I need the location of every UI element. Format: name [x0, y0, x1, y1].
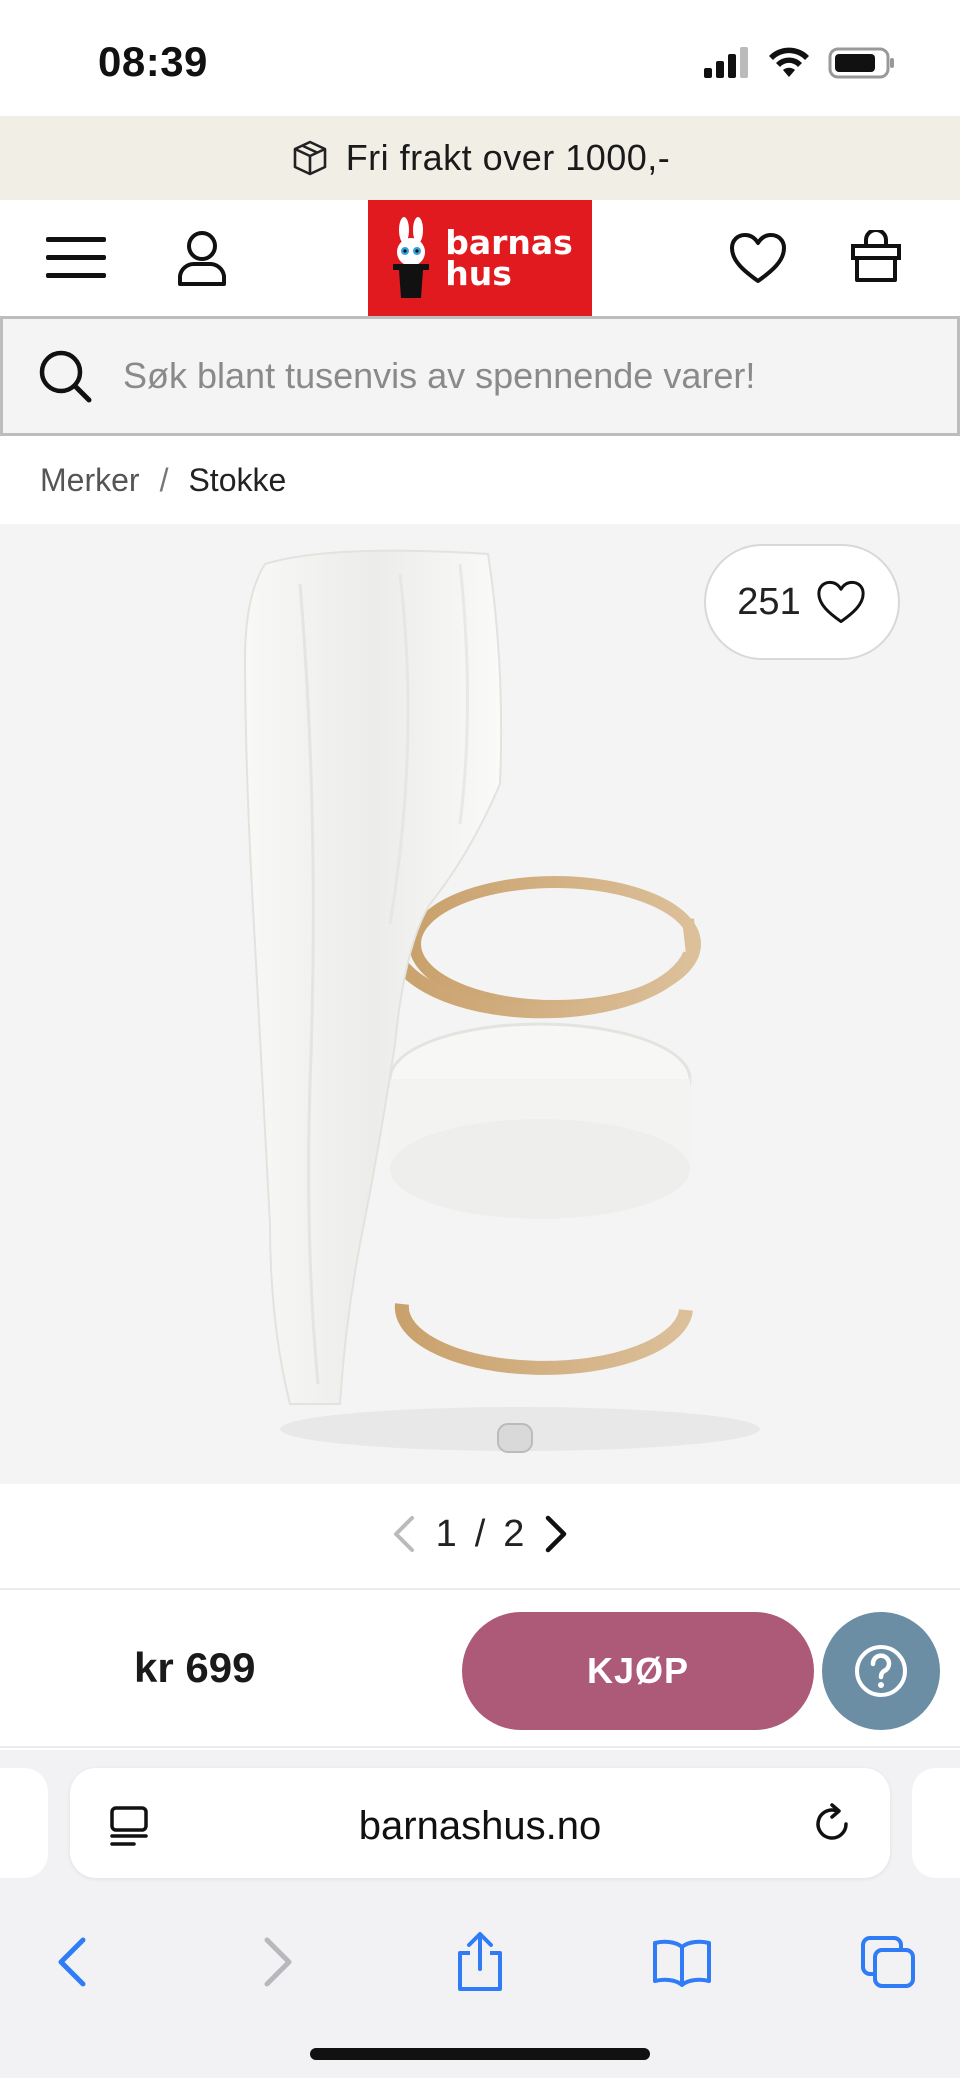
package-icon [293, 140, 326, 176]
breadcrumb-link-merker[interactable]: Merker [40, 462, 140, 499]
menu-button[interactable] [36, 218, 116, 298]
forward-arrow-icon [264, 1937, 292, 1987]
question-mark-icon [855, 1645, 907, 1697]
back-arrow-icon [58, 1937, 86, 1987]
pager-separator: / [474, 1512, 486, 1555]
tabs-button[interactable] [848, 1922, 928, 2002]
status-icons [702, 46, 896, 80]
favorite-counter-button[interactable]: 251 [704, 544, 900, 660]
next-tab-peek[interactable] [912, 1768, 960, 1878]
pager-total: 2 [503, 1512, 525, 1555]
shopping-bag-icon [851, 230, 901, 282]
tabs-icon [861, 1936, 915, 1988]
buy-button[interactable]: KJØP [462, 1612, 814, 1730]
favorite-count: 251 [737, 580, 801, 623]
cart-button[interactable] [836, 218, 916, 298]
free-shipping-text: Fri frakt over 1000,- [345, 137, 671, 178]
status-time: 08:39 [98, 38, 208, 85]
user-icon [178, 231, 226, 286]
breadcrumb-separator: / [159, 462, 169, 498]
heart-icon [817, 580, 865, 624]
share-button[interactable] [440, 1922, 520, 2002]
breadcrumb-current-stokke: Stokke [188, 462, 287, 498]
free-shipping-banner: Fri frakt over 1000,- [0, 116, 960, 200]
cellular-signal-icon [704, 47, 748, 78]
logo-text: barnas hus [445, 223, 573, 293]
browser-address-area: barnashus.no [0, 1750, 960, 1898]
forward-button[interactable] [238, 1922, 318, 2002]
breadcrumb: Merker / Stokke [40, 462, 286, 499]
wishlist-button[interactable] [718, 218, 798, 298]
home-indicator [310, 2048, 650, 2060]
search-bar[interactable] [0, 316, 960, 436]
bookmarks-button[interactable] [642, 1922, 722, 2002]
reload-icon[interactable] [810, 1802, 854, 1846]
share-icon [458, 1932, 502, 1991]
chevron-right-icon[interactable] [542, 1514, 570, 1554]
search-input[interactable] [123, 355, 903, 397]
search-icon [39, 350, 92, 403]
image-pager: 1 / 2 [0, 1500, 960, 1568]
chevron-left-icon[interactable] [390, 1514, 418, 1554]
barnashus-logo[interactable]: barnas hus [368, 200, 592, 316]
sticky-buy-bar: kr 699 KJØP [0, 1588, 960, 1748]
back-button[interactable] [32, 1922, 112, 2002]
battery-icon [828, 47, 894, 79]
hamburger-icon [46, 237, 106, 278]
url-text: barnashus.no [358, 1804, 602, 1848]
product-image-gallery[interactable]: 251 [0, 524, 960, 1484]
status-bar: 08:39 [0, 0, 960, 116]
previous-tab-peek[interactable] [0, 1768, 48, 1878]
site-header: barnas hus [0, 200, 960, 316]
product-image-crib-with-canopy [243, 549, 760, 1453]
wifi-icon [769, 47, 809, 77]
product-price: kr 699 [134, 1644, 256, 1691]
book-icon [653, 1939, 711, 1987]
rabbit-in-hat-icon [393, 217, 430, 298]
address-bar[interactable]: barnashus.no [70, 1768, 890, 1878]
pager-current: 1 [435, 1512, 457, 1555]
account-button[interactable] [162, 218, 242, 298]
help-button[interactable] [822, 1612, 940, 1730]
heart-icon [730, 233, 786, 283]
browser-toolbar [0, 1898, 960, 2078]
